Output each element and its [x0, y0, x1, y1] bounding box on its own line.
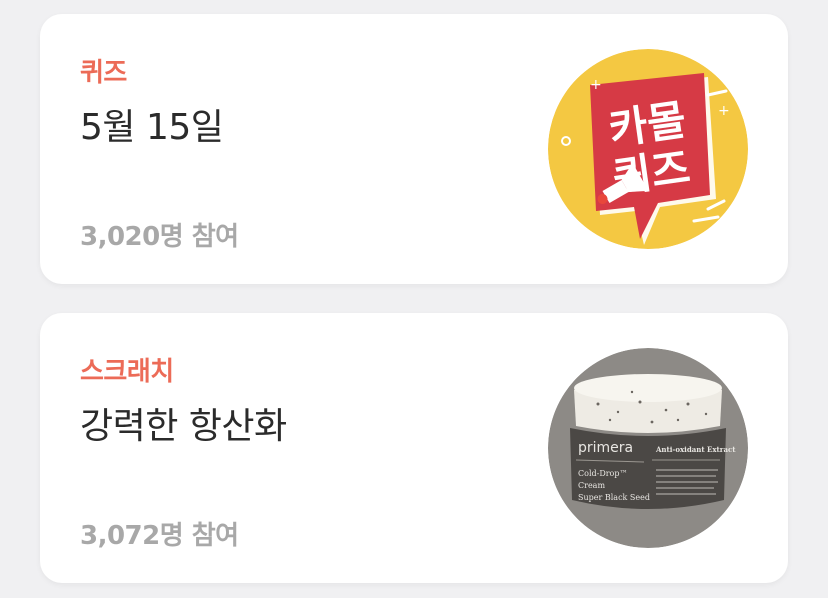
- product-line1: Cold-Drop™: [578, 469, 628, 478]
- product-line3: Super Black Seed: [578, 493, 650, 502]
- product-line2: Cream: [578, 481, 605, 490]
- card-title: 강력한 항산화: [80, 406, 287, 447]
- participant-count: 3,072명 참여: [80, 521, 239, 551]
- quiz-card[interactable]: 퀴즈 5월 15일 3,020명 참여 + + 카몰 퀴즈: [40, 14, 788, 284]
- card-category: 퀴즈: [80, 58, 127, 88]
- scratch-card[interactable]: 스크래치 강력한 항산화 3,072명 참여 primera Anti-oxid…: [40, 313, 788, 583]
- svg-text:+: +: [590, 77, 602, 93]
- cream-jar-product-icon: primera Anti-oxidant Extract Cold-Drop™ …: [548, 348, 748, 548]
- karol-quiz-speech-bubble-icon: + + 카몰 퀴즈: [548, 49, 748, 249]
- participant-count: 3,020명 참여: [80, 222, 239, 252]
- svg-text:+: +: [718, 103, 730, 119]
- brand-name: primera: [578, 440, 633, 456]
- quiz-thumbnail: + + 카몰 퀴즈: [548, 49, 748, 249]
- label-title: Anti-oxidant Extract: [655, 445, 736, 454]
- card-title: 5월 15일: [80, 107, 224, 148]
- product-thumbnail: primera Anti-oxidant Extract Cold-Drop™ …: [548, 348, 748, 548]
- card-category: 스크래치: [80, 357, 174, 387]
